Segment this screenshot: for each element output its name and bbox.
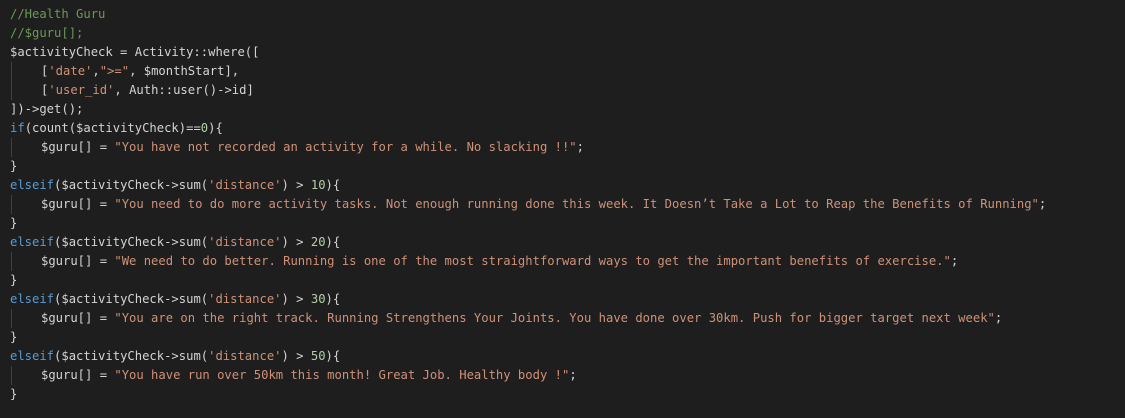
code-token-plain: ){ xyxy=(325,235,341,249)
code-token-plain: $guru[] = xyxy=(41,254,115,268)
code-token-plain: (count($activityCheck)== xyxy=(24,121,201,135)
code-token-plain: $activityCheck = Activity::where([ xyxy=(10,45,260,59)
code-token-number: 10 xyxy=(310,178,326,192)
code-token-plain: ){ xyxy=(325,178,341,192)
code-token-number: 30 xyxy=(310,292,326,306)
code-token-string: ">=" xyxy=(99,64,130,78)
code-line[interactable]: ])->get(); xyxy=(10,100,1125,119)
code-token-plain: } xyxy=(10,330,18,344)
code-token-keyword: if xyxy=(10,121,25,135)
code-token-keyword: elseif xyxy=(10,178,55,192)
code-line[interactable]: } xyxy=(10,157,1125,176)
code-token-plain: ; xyxy=(994,311,1003,325)
code-line[interactable]: } xyxy=(10,271,1125,290)
indent-guide xyxy=(10,366,41,385)
code-token-plain: $guru[] = xyxy=(41,197,115,211)
code-token-plain: } xyxy=(10,273,18,287)
code-token-plain: $guru[] = xyxy=(41,140,115,154)
code-token-string: "You need to do more activity tasks. Not… xyxy=(114,197,1039,211)
code-token-keyword: elseif xyxy=(10,349,55,363)
code-token-string: 'date' xyxy=(48,64,93,78)
code-lines: //Health Guru //$guru[]; $activityCheck = … xyxy=(10,5,1125,404)
code-token-plain: , xyxy=(92,64,100,78)
code-token-plain: ) > xyxy=(281,235,311,249)
code-line[interactable]: $guru[] = "You have run over 50km this m… xyxy=(10,366,1125,385)
code-token-string: 'distance' xyxy=(208,235,282,249)
code-token-plain: ){ xyxy=(208,121,223,135)
code-line[interactable]: $guru[] = "You need to do more activity … xyxy=(10,195,1125,214)
indent-guide xyxy=(10,138,41,157)
code-token-string: 'distance' xyxy=(208,292,282,306)
indent-guide xyxy=(10,252,41,271)
code-token-string: "You have run over 50km this month! Grea… xyxy=(114,368,570,382)
code-token-plain: } xyxy=(10,387,18,401)
code-line[interactable]: ['date',">=", $monthStart], xyxy=(10,62,1125,81)
code-token-string: 'distance' xyxy=(208,349,282,363)
code-line[interactable]: $guru[] = "We need to do better. Running… xyxy=(10,252,1125,271)
code-editor[interactable]: //Health Guru //$guru[]; $activityCheck = … xyxy=(0,0,1125,418)
code-token-plain: ){ xyxy=(325,349,341,363)
code-line[interactable]: if(count($activityCheck)==0){ xyxy=(10,119,1125,138)
code-token-plain: , Auth::user()->id] xyxy=(114,83,254,97)
code-token-plain: ) > xyxy=(281,178,311,192)
code-token-string: "You are on the right track. Running Str… xyxy=(114,311,995,325)
code-line[interactable]: $guru[] = "You are on the right track. R… xyxy=(10,309,1125,328)
code-line[interactable]: } xyxy=(10,328,1125,347)
code-token-plain: ($activityCheck->sum( xyxy=(54,178,209,192)
code-line[interactable]: //$guru[]; xyxy=(10,24,1125,43)
code-token-string: 'user_id' xyxy=(48,83,115,97)
code-line[interactable]: elseif($activityCheck->sum('distance') >… xyxy=(10,347,1125,366)
code-line[interactable]: $guru[] = "You have not recorded an acti… xyxy=(10,138,1125,157)
code-token-plain: , $monthStart], xyxy=(129,64,240,78)
code-token-string: 'distance' xyxy=(208,178,282,192)
code-token-plain: } xyxy=(10,216,18,230)
indent-guide xyxy=(10,195,41,214)
code-line[interactable]: ['user_id', Auth::user()->id] xyxy=(10,81,1125,100)
code-token-plain: ) > xyxy=(281,292,311,306)
code-token-plain: ; xyxy=(576,140,584,154)
code-token-plain: ) > xyxy=(281,349,311,363)
code-line[interactable]: $activityCheck = Activity::where([ xyxy=(10,43,1125,62)
code-token-comment: //$guru[]; xyxy=(10,26,84,40)
code-token-number: 50 xyxy=(310,349,326,363)
code-line[interactable]: } xyxy=(10,385,1125,404)
code-token-plain: $guru[] = xyxy=(41,311,115,325)
code-token-plain: ($activityCheck->sum( xyxy=(54,292,209,306)
code-token-string: "You have not recorded an activity for a… xyxy=(114,140,577,154)
code-token-plain: $guru[] = xyxy=(41,368,115,382)
code-line[interactable]: } xyxy=(10,214,1125,233)
code-token-plain: ])->get(); xyxy=(10,102,84,116)
code-line[interactable]: elseif($activityCheck->sum('distance') >… xyxy=(10,290,1125,309)
code-token-keyword: elseif xyxy=(10,235,55,249)
indent-guide xyxy=(10,81,41,100)
code-token-number: 20 xyxy=(310,235,326,249)
code-token-string: "We need to do better. Running is one of… xyxy=(114,254,951,268)
code-token-plain: ; xyxy=(569,368,577,382)
indent-guide xyxy=(10,309,41,328)
code-token-plain: ; xyxy=(950,254,959,268)
code-token-keyword: elseif xyxy=(10,292,55,306)
code-token-plain: ; xyxy=(1038,197,1047,211)
code-token-comment: //Health Guru xyxy=(10,7,106,21)
code-token-plain: } xyxy=(10,159,18,173)
code-token-plain: ($activityCheck->sum( xyxy=(54,235,209,249)
code-token-plain: ){ xyxy=(325,292,341,306)
code-line[interactable]: //Health Guru xyxy=(10,5,1125,24)
code-token-plain: ($activityCheck->sum( xyxy=(54,349,209,363)
code-line[interactable]: elseif($activityCheck->sum('distance') >… xyxy=(10,176,1125,195)
indent-guide xyxy=(10,62,41,81)
code-line[interactable]: elseif($activityCheck->sum('distance') >… xyxy=(10,233,1125,252)
